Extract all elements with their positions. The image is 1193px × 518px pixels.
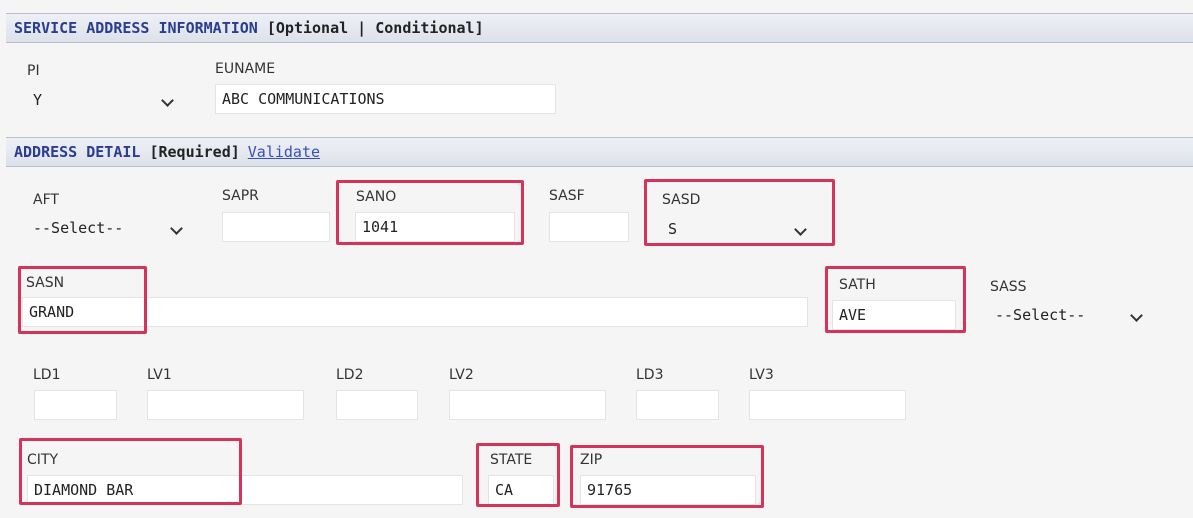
ld2-label: LD2	[336, 367, 364, 383]
sass-select[interactable]: --Select--	[995, 301, 1145, 329]
pi-label: PI	[27, 63, 40, 79]
sass-select-value: --Select--	[995, 306, 1086, 324]
ld3-input[interactable]	[636, 390, 719, 420]
chevron-down-icon	[170, 219, 183, 237]
pi-select-value: Y	[33, 91, 43, 109]
service-address-section-header: SERVICE ADDRESS INFORMATION [Optional | …	[6, 13, 1193, 43]
chevron-down-icon	[161, 91, 174, 109]
sapr-input[interactable]	[222, 212, 330, 242]
sasd-highlight-box	[644, 179, 835, 246]
euname-input[interactable]: ABC COMMUNICATIONS	[215, 84, 556, 114]
state-highlight-box	[476, 443, 560, 507]
lv1-label: LV1	[147, 367, 172, 383]
service-address-qualifier: [Optional | Conditional]	[266, 19, 484, 37]
lv2-label: LV2	[449, 367, 474, 383]
lv1-input[interactable]	[147, 390, 304, 420]
address-detail-section-header: ADDRESS DETAIL [Required] Validate	[6, 137, 1193, 167]
ld1-input[interactable]	[34, 390, 117, 420]
city-highlight-box	[19, 438, 242, 505]
sasf-label: SASF	[549, 188, 585, 204]
aft-select-value: --Select--	[33, 219, 124, 237]
aft-label: AFT	[33, 192, 59, 208]
lv3-label: LV3	[749, 367, 774, 383]
ld2-input[interactable]	[336, 390, 418, 420]
sapr-label: SAPR	[222, 188, 259, 204]
pi-select[interactable]: Y	[33, 86, 193, 114]
address-detail-title: ADDRESS DETAIL	[14, 143, 141, 161]
service-address-title: SERVICE ADDRESS INFORMATION	[14, 19, 258, 37]
ld1-label: LD1	[33, 367, 61, 383]
sath-highlight-box	[825, 266, 966, 333]
lv3-input[interactable]	[749, 390, 906, 420]
ld3-label: LD3	[636, 367, 664, 383]
euname-label: EUNAME	[215, 61, 276, 77]
aft-select[interactable]: --Select--	[33, 214, 193, 242]
sano-highlight-box	[336, 180, 524, 245]
lv2-input[interactable]	[449, 390, 606, 420]
address-detail-qualifier: [Required]	[149, 143, 240, 161]
sasn-highlight-box	[18, 266, 147, 334]
chevron-down-icon	[1130, 306, 1143, 324]
validate-link[interactable]: Validate	[248, 143, 320, 161]
sass-label: SASS	[990, 279, 1027, 295]
zip-highlight-box	[570, 445, 764, 508]
sasf-input[interactable]	[549, 212, 629, 242]
